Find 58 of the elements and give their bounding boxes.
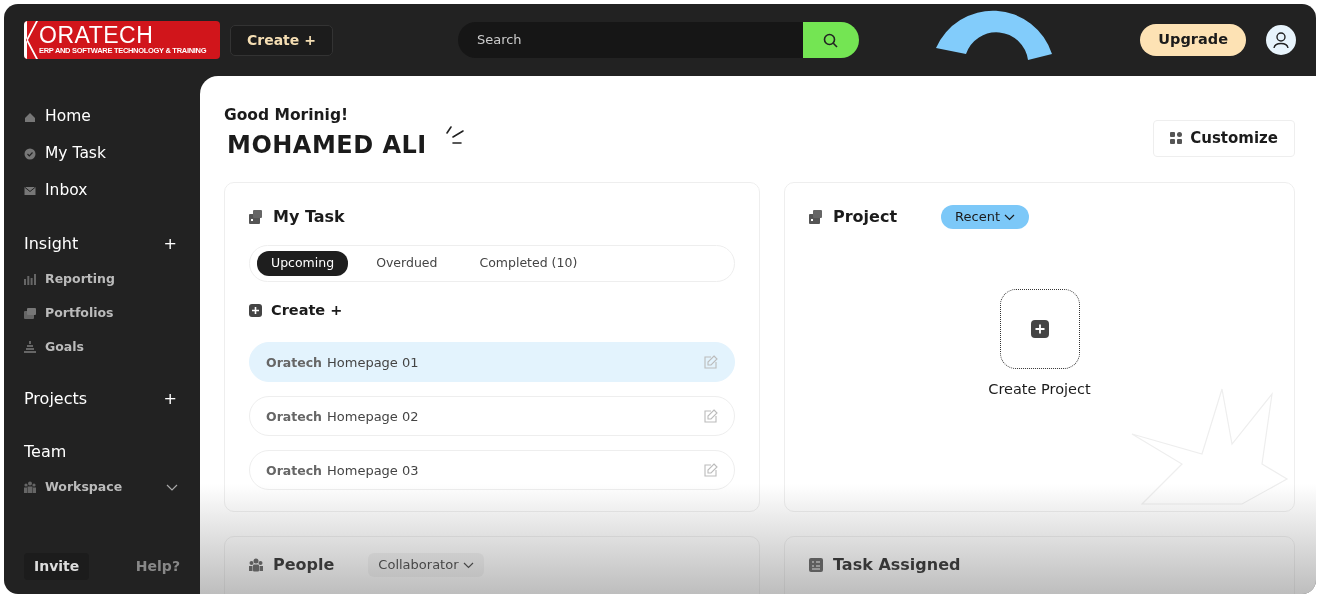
folder-icon [809,210,823,225]
plus-icon [249,304,262,318]
card-title: Project [833,206,898,229]
bar-chart-icon [24,273,36,285]
create-task-button[interactable]: Create + [249,299,735,322]
customize-button[interactable]: Customize [1153,120,1295,157]
search-field[interactable]: Search [457,22,803,58]
filter-tab[interactable]: Upcoming [257,251,349,276]
add-button[interactable]: + [163,231,177,256]
checklist-icon [809,558,823,573]
create-button[interactable]: Create + [230,24,333,56]
user-name: MOHAMED ALI [227,131,427,161]
chevron-down-icon [462,561,474,569]
help-link[interactable]: Help? [135,556,180,577]
sidebar-item[interactable]: Insight + [24,225,180,262]
sidebar-item[interactable]: Projects + [24,380,180,417]
people-icon [249,558,263,573]
sidebar-item[interactable]: Reporting [24,262,180,296]
card-title: People [273,554,335,577]
sidebar-item[interactable]: My Task [24,135,180,172]
sidebar-item[interactable]: Goals [24,330,180,364]
card-title: My Task [273,206,345,229]
invite-button[interactable]: Invite [24,553,90,580]
user-icon [1272,31,1290,49]
envelope-icon [24,184,36,197]
search-button[interactable] [802,22,859,58]
folder-icon [24,307,36,319]
greeting: Good Morinig! [224,105,350,126]
add-button[interactable]: + [163,386,177,411]
sidebar-item[interactable]: Team [24,433,180,470]
folder-icon [249,210,263,225]
search-icon [823,32,839,48]
card-title: Task Assigned [833,554,961,577]
chevron-down-icon [1004,213,1015,221]
people-icon [24,481,36,493]
edit-icon [704,408,718,423]
check-circle-icon [24,147,36,160]
sparkle-icon [444,125,465,146]
avatar[interactable] [1266,25,1296,55]
sidebar-item[interactable]: Workspace [24,470,180,504]
chevron-down-icon [166,483,178,491]
create-project-label: Create Project [988,380,1091,400]
home-icon [24,110,36,123]
sidebar-item[interactable]: Portfolios [24,296,180,330]
edit-icon [704,462,718,477]
filter-dropdown[interactable]: Recent [941,205,1029,229]
plus-icon [1030,320,1049,339]
filter-dropdown[interactable]: Collaborator [368,553,484,577]
edit-icon [704,354,718,369]
sidebar-item[interactable]: Home [24,98,180,135]
upgrade-button[interactable]: Upgrade [1140,24,1246,56]
stack-icon [24,341,36,353]
create-project-button[interactable] [999,289,1080,370]
task-row[interactable]: Oratech Homepage 01 [249,341,735,382]
filter-tab[interactable]: Completed (10) [465,251,592,276]
filter-tab[interactable]: Overdued [362,251,452,276]
grid-icon [1170,132,1183,145]
sidebar-item[interactable]: Inbox [24,172,180,209]
